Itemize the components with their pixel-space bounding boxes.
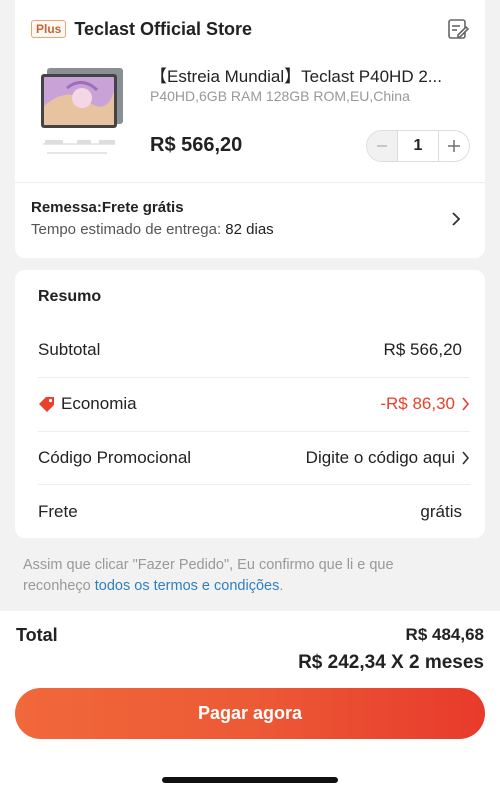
store-header[interactable]: Plus Teclast Official Store bbox=[31, 18, 252, 40]
terms-notice: Assim que clicar "Fazer Pedido", Eu conf… bbox=[23, 555, 463, 597]
savings-value: -R$ 86,30 bbox=[380, 394, 455, 413]
minus-icon[interactable] bbox=[367, 131, 397, 161]
savings-label-group: Economia bbox=[38, 394, 137, 414]
shipping-fee-value: grátis bbox=[420, 502, 462, 521]
terms-end: . bbox=[279, 578, 284, 594]
divider bbox=[15, 182, 485, 183]
savings-label: Economia bbox=[61, 394, 137, 413]
home-indicator[interactable] bbox=[162, 777, 338, 783]
subtotal-value: R$ 566,20 bbox=[383, 340, 462, 359]
promo-code-row[interactable]: Código Promocional Digite o código aqui bbox=[38, 431, 470, 485]
subtotal-label: Subtotal bbox=[38, 340, 101, 359]
installment-value[interactable]: R$ 242,34 X 2 meses bbox=[298, 652, 484, 674]
delivery-estimate: Tempo estimado de entrega: 82 dias bbox=[31, 221, 274, 238]
shipping-fee-row: Frete grátis bbox=[38, 485, 470, 539]
delivery-estimate-value: 82 dias bbox=[225, 221, 274, 238]
quantity-stepper: 1 bbox=[366, 130, 470, 162]
chevron-right-icon[interactable] bbox=[450, 211, 462, 227]
savings-row[interactable]: Economia -R$ 86,30 bbox=[38, 377, 470, 431]
product-variant[interactable]: P40HD,6GB RAM 128GB ROM,EU,China bbox=[150, 88, 470, 104]
quantity-value[interactable]: 1 bbox=[397, 131, 439, 161]
total-value: R$ 484,68 bbox=[405, 625, 484, 644]
store-name[interactable]: Teclast Official Store bbox=[74, 19, 252, 40]
total-label: Total bbox=[16, 625, 58, 645]
shipping-fee-label: Frete bbox=[38, 502, 78, 521]
promo-code-value-group: Digite o código aqui bbox=[306, 448, 470, 468]
promo-code-input[interactable]: Digite o código aqui bbox=[306, 448, 455, 468]
pay-now-button[interactable]: Pagar agora bbox=[15, 688, 485, 739]
terms-link[interactable]: todos os termos e condições bbox=[95, 578, 280, 594]
edit-note-icon[interactable] bbox=[447, 18, 469, 40]
chevron-right-icon[interactable] bbox=[461, 397, 470, 411]
summary-title: Resumo bbox=[38, 288, 102, 305]
subtotal-row: Subtotal R$ 566,20 bbox=[38, 323, 470, 377]
product-title[interactable]: 【Estreia Mundial】Teclast P40HD 2... bbox=[150, 62, 470, 87]
order-item-card: Plus Teclast Official Store 【Estreia Mun… bbox=[15, 0, 485, 258]
chevron-right-icon[interactable] bbox=[461, 451, 470, 465]
savings-value-group: -R$ 86,30 bbox=[380, 394, 470, 414]
promo-code-label: Código Promocional bbox=[38, 448, 192, 467]
delivery-estimate-label: Tempo estimado de entrega: bbox=[31, 221, 222, 238]
price-tag-icon bbox=[39, 396, 54, 412]
shipping-title: Remessa:Frete grátis bbox=[31, 199, 184, 216]
product-thumbnail[interactable] bbox=[37, 66, 127, 162]
plus-badge: Plus bbox=[31, 20, 67, 38]
plus-icon[interactable] bbox=[439, 131, 469, 161]
product-price: R$ 566,20 bbox=[150, 134, 243, 156]
